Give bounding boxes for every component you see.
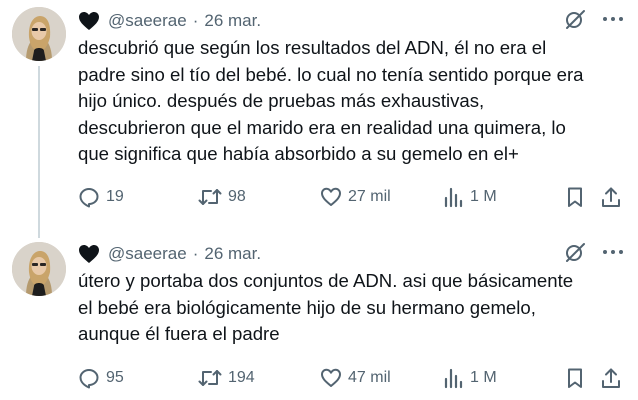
reply-icon [79,369,99,389]
retweet-count: 194 [228,369,255,386]
bookmark-icon [568,368,582,388]
avatar[interactable] [12,242,66,296]
tweet-date[interactable]: 26 mar. [204,244,261,264]
tweet-2[interactable]: @saeerae · 26 mar. útero y portaba dos c… [0,226,638,400]
views-count: 1 M [470,188,497,205]
user-handle[interactable]: @saeerae [108,244,187,264]
bookmark-icon [568,187,582,207]
like-count: 27 mil [348,188,391,205]
like-button[interactable]: 27 mil [320,184,391,210]
like-count: 47 mil [348,369,391,386]
reply-button[interactable]: 19 [78,184,124,210]
tweet-text: descubrió que según los resultados del A… [78,37,584,164]
grok-icon[interactable] [564,241,586,268]
reply-icon [79,188,99,208]
separator-dot: · [192,244,199,263]
share-button[interactable] [600,365,628,391]
tweet-1[interactable]: @saeerae · 26 mar. descubrió que según l… [0,0,638,238]
views-count: 1 M [470,369,497,386]
tweet-text: útero y portaba dos conjuntos de ADN. as… [78,270,574,344]
more-icon[interactable] [602,241,624,268]
black-heart-icon [78,11,100,31]
avatar[interactable] [12,7,66,61]
tweet-header: @saeerae · 26 mar. [78,241,261,267]
like-button[interactable]: 47 mil [320,365,391,391]
user-handle[interactable]: @saeerae [108,11,187,31]
share-button[interactable] [600,184,628,210]
thread-line [38,66,40,238]
reply-count: 19 [106,188,124,205]
share-icon [602,368,620,388]
grok-icon[interactable] [564,8,586,35]
tweet-actions: 19 98 27 mil 1 M [78,184,626,210]
share-icon [602,187,620,207]
like-icon [321,368,341,387]
tweet-date[interactable]: 26 mar. [204,11,261,31]
retweet-icon [198,189,222,205]
retweet-count: 98 [228,188,246,205]
retweet-icon [198,370,222,386]
more-icon[interactable] [602,8,624,35]
bookmark-button[interactable] [564,365,592,391]
reply-button[interactable]: 95 [78,365,124,391]
views-button[interactable]: 1 M [442,184,497,210]
reply-count: 95 [106,369,124,386]
bookmark-button[interactable] [564,184,592,210]
tweet-actions: 95 194 47 mil 1 M [78,365,626,391]
retweet-button[interactable]: 194 [198,365,255,391]
like-icon [321,187,341,206]
retweet-button[interactable]: 98 [198,184,246,210]
tweet-header: @saeerae · 26 mar. [78,8,261,34]
black-heart-icon [78,244,100,264]
views-icon [444,187,463,208]
views-icon [444,368,463,389]
separator-dot: · [192,11,199,30]
views-button[interactable]: 1 M [442,365,497,391]
